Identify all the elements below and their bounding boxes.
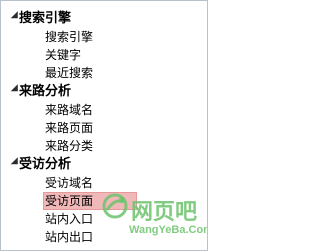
category-label: 受访分析 bbox=[19, 157, 72, 172]
tree-item-site-entry[interactable]: 站内入口 bbox=[7, 210, 203, 228]
tree-item-label: 来路分类 bbox=[45, 139, 94, 153]
tree-item-visited-domain[interactable]: 受访域名 bbox=[7, 174, 203, 192]
navigation-panel: 搜索引擎 搜索引擎 关键字 最近搜索 来路分析 来路域名 来路页面 来路分类 受… bbox=[0, 0, 208, 251]
tree-item-referrer-category[interactable]: 来路分类 bbox=[7, 137, 203, 155]
tree-item-label: 受访域名 bbox=[45, 176, 94, 190]
tree-item-search-engine[interactable]: 搜索引擎 bbox=[7, 28, 203, 46]
tree-item-recent-search[interactable]: 最近搜索 bbox=[7, 64, 203, 82]
tree-item-keyword[interactable]: 关键字 bbox=[7, 46, 203, 64]
tree-item-label: 站内入口 bbox=[45, 212, 94, 226]
tree-item-label: 来路页面 bbox=[45, 121, 94, 135]
tree-item-label: 最近搜索 bbox=[45, 66, 94, 80]
tree-item-visited-page[interactable]: 受访页面 bbox=[7, 192, 203, 210]
category-label: 来路分析 bbox=[19, 84, 72, 99]
tree-item-referrer-domain[interactable]: 来路域名 bbox=[7, 101, 203, 119]
category-label: 搜索引擎 bbox=[19, 11, 72, 26]
tree-item-label: 来路域名 bbox=[45, 103, 94, 117]
nav-tree: 搜索引擎 搜索引擎 关键字 最近搜索 来路分析 来路域名 来路页面 来路分类 受… bbox=[7, 9, 203, 246]
category-referrer-analysis[interactable]: 来路分析 bbox=[7, 82, 203, 101]
category-search-engine[interactable]: 搜索引擎 bbox=[7, 9, 203, 28]
tree-item-label: 受访页面 bbox=[45, 194, 94, 208]
tree-item-referrer-page[interactable]: 来路页面 bbox=[7, 119, 203, 137]
tree-item-label: 站内出口 bbox=[45, 230, 94, 244]
tree-item-label: 搜索引擎 bbox=[45, 30, 94, 44]
tree-item-label: 关键字 bbox=[45, 48, 82, 62]
category-visited-analysis[interactable]: 受访分析 bbox=[7, 155, 203, 174]
tree-item-site-exit[interactable]: 站内出口 bbox=[7, 228, 203, 246]
